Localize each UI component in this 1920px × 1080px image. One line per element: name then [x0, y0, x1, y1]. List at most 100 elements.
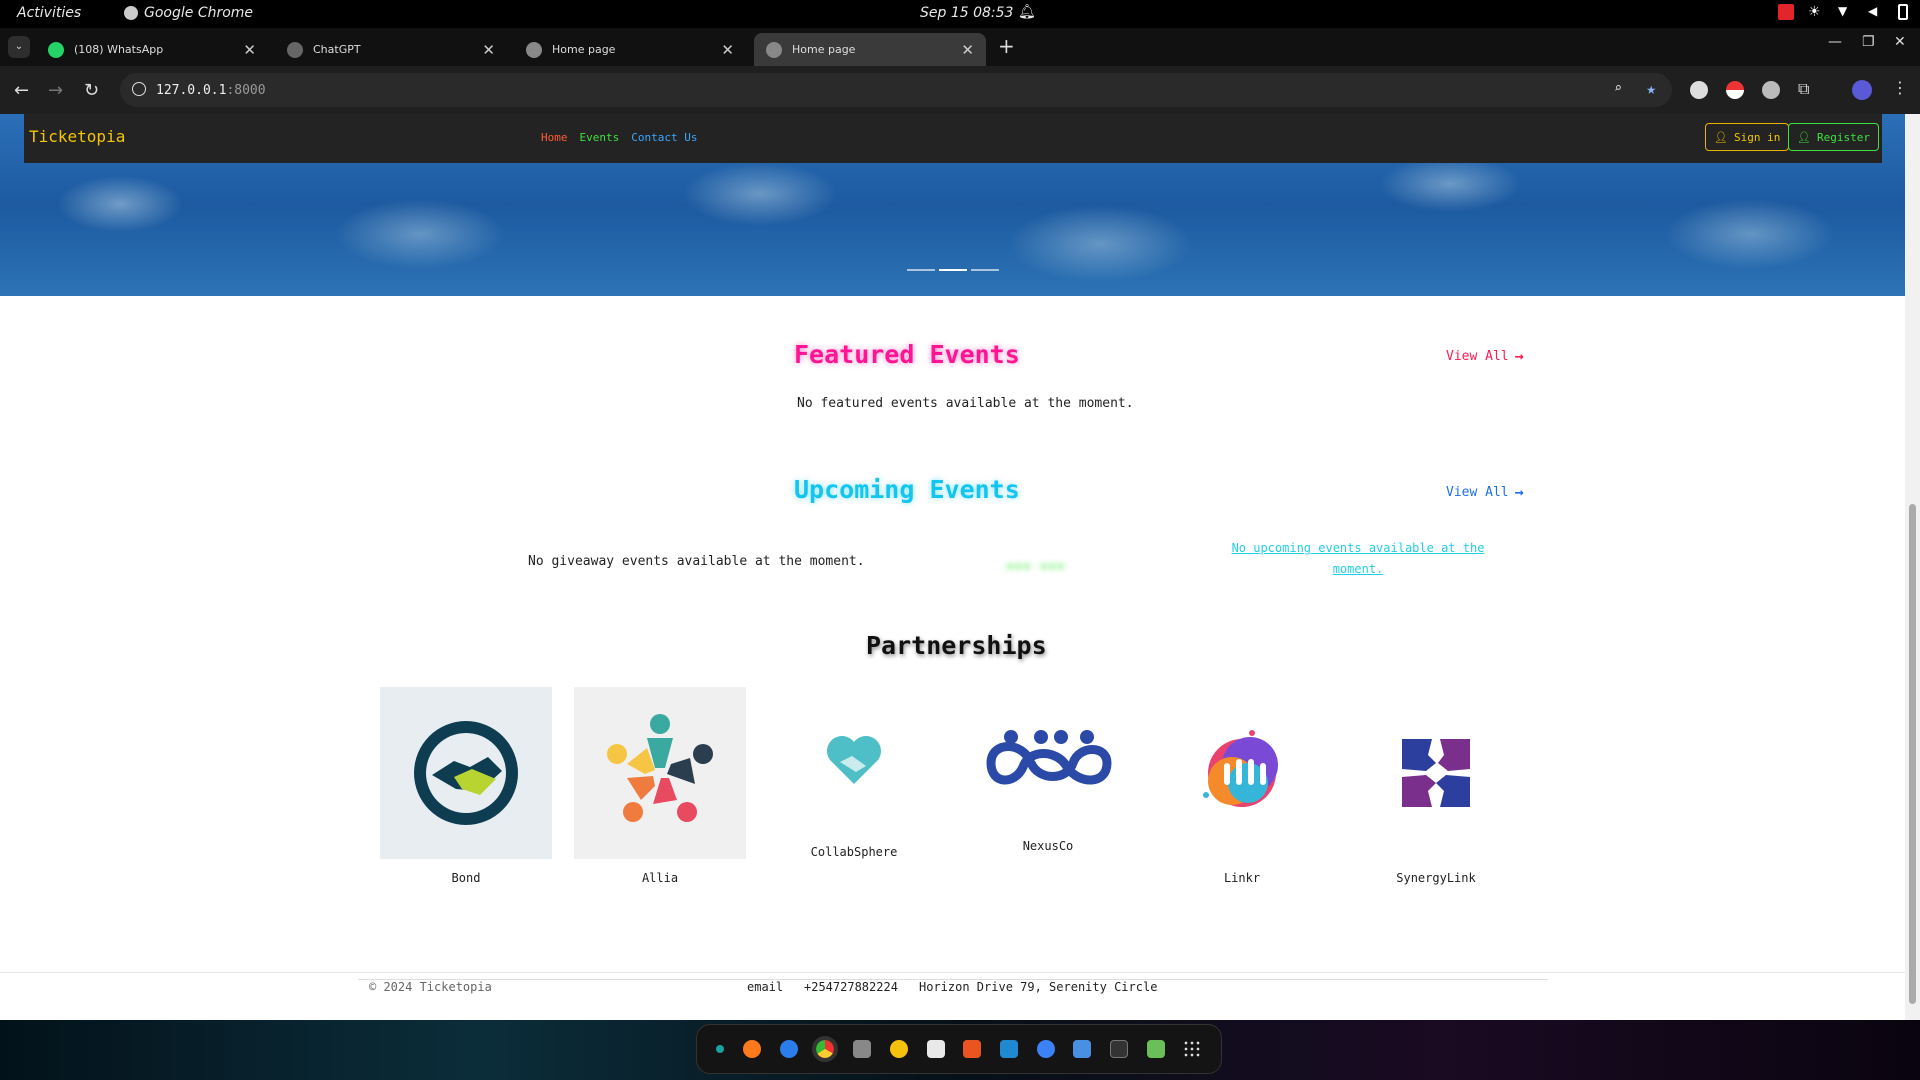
- close-icon[interactable]: ✕: [961, 41, 974, 59]
- partner-card-synergylink[interactable]: SynergyLink: [1350, 687, 1522, 885]
- anydesk-icon[interactable]: [1778, 4, 1794, 20]
- footer-address: Horizon Drive 79, Serenity Circle: [919, 980, 1158, 994]
- files-icon[interactable]: [853, 1040, 872, 1058]
- nav-events[interactable]: Events: [580, 131, 620, 144]
- globe-icon: [766, 41, 782, 58]
- bookmark-star-icon[interactable]: ★: [1646, 79, 1656, 98]
- view-all-label: View All: [1446, 348, 1509, 364]
- upcoming-empty-link[interactable]: No upcoming events available at the mome…: [1223, 538, 1493, 580]
- carousel-indicator[interactable]: [971, 269, 999, 271]
- partner-name: SynergyLink: [1396, 871, 1476, 885]
- extensions-puzzle-icon[interactable]: ⧉: [1798, 79, 1809, 99]
- terminal-icon[interactable]: [1110, 1040, 1129, 1058]
- view-all-label: View All: [1446, 484, 1509, 500]
- carousel-indicator[interactable]: [907, 269, 935, 271]
- tab-whatsapp[interactable]: (108) WhatsApp ✕: [36, 33, 268, 66]
- footer-email[interactable]: email: [747, 980, 783, 994]
- linked-people-icon: [986, 730, 1112, 785]
- clock[interactable]: Sep 15 08:53: [920, 5, 1013, 21]
- back-icon[interactable]: ←: [14, 80, 29, 101]
- sign-in-label: Sign in: [1733, 130, 1781, 144]
- show-apps-grid-icon[interactable]: [1183, 1040, 1202, 1058]
- tab-chatgpt[interactable]: ChatGPT ✕: [275, 33, 507, 66]
- sign-in-button[interactable]: 👤︎ Sign in: [1705, 123, 1790, 151]
- firefox-icon[interactable]: [743, 1040, 762, 1058]
- nav-contact[interactable]: Contact Us: [631, 131, 697, 144]
- partnerships-title: Partnerships: [866, 631, 1047, 660]
- profile-avatar[interactable]: [1852, 80, 1872, 100]
- partner-card-linkr[interactable]: Linkr: [1156, 687, 1328, 885]
- nexusco-logo: [962, 687, 1134, 827]
- system-tray[interactable]: ☀ ▼ ◀: [1778, 4, 1908, 20]
- trash-icon[interactable]: [1146, 1040, 1165, 1058]
- thunderbird-icon[interactable]: [779, 1040, 798, 1058]
- extensions-icon[interactable]: [1073, 1040, 1092, 1058]
- register-label: Register: [1816, 130, 1870, 144]
- user-icon: 👤︎: [1714, 130, 1728, 144]
- new-tab-button[interactable]: +: [998, 34, 1015, 58]
- help-icon[interactable]: [1036, 1040, 1055, 1058]
- close-icon[interactable]: ✕: [721, 41, 734, 59]
- blurred-decorative-text: ▪▪▪ ▪▪▪: [1006, 558, 1066, 574]
- rhythmbox-icon[interactable]: [889, 1040, 908, 1058]
- taskbar-dock: [696, 1024, 1222, 1074]
- chatgpt-icon: [287, 41, 303, 58]
- chrome-icon[interactable]: [812, 1036, 839, 1062]
- software-store-icon[interactable]: [963, 1040, 982, 1058]
- partner-name: Linkr: [1223, 871, 1261, 885]
- carousel-indicators: [907, 269, 999, 271]
- partner-card-allia[interactable]: Allia: [574, 687, 746, 885]
- wifi-icon: ▼: [1838, 4, 1848, 18]
- site-navbar: Ticketopia Home Events Contact Us 👤︎ Sig…: [24, 114, 1882, 163]
- app-menu[interactable]: Google Chrome: [124, 5, 253, 21]
- partner-card-nexusco[interactable]: NexusCo: [962, 687, 1134, 853]
- close-icon[interactable]: ✕: [482, 41, 495, 59]
- close-icon[interactable]: ✕: [243, 41, 256, 59]
- page-scrollbar[interactable]: [1905, 114, 1920, 1020]
- carousel-indicator-active[interactable]: [939, 269, 967, 271]
- notification-bell-icon: 🔔︎: [1018, 4, 1036, 20]
- extension-pokeball-icon[interactable]: [1726, 81, 1744, 99]
- footer-phone: +254727882224: [804, 980, 898, 994]
- close-window-button[interactable]: ✕: [1894, 34, 1906, 50]
- linkr-logo: [1156, 687, 1328, 859]
- extension-circle-icon[interactable]: [1762, 81, 1780, 99]
- forward-icon[interactable]: →: [48, 80, 63, 101]
- calendar-icon[interactable]: [926, 1040, 945, 1058]
- partner-name: NexusCo: [1022, 839, 1074, 853]
- puzzle-hands-icon: [1402, 739, 1470, 807]
- extension-s-icon[interactable]: [1690, 81, 1708, 99]
- nav-links: Home Events Contact Us: [541, 131, 697, 144]
- arrow-right-icon: →: [1514, 483, 1524, 501]
- tab-label: Home page: [792, 43, 856, 56]
- brightness-icon: ☀: [1808, 4, 1821, 20]
- tab-home-page-1[interactable]: Home page ✕: [514, 33, 746, 66]
- volume-icon: ◀: [1868, 4, 1878, 18]
- tab-search-button[interactable]: ⌄: [8, 36, 30, 58]
- partner-card-collabsphere[interactable]: CollabSphere: [768, 687, 940, 859]
- battery-icon: [1898, 4, 1908, 20]
- collabsphere-logo: [768, 687, 940, 833]
- featured-view-all-link[interactable]: View All →: [1446, 347, 1524, 365]
- vscode-icon[interactable]: [999, 1040, 1018, 1058]
- giveaway-empty-message: No giveaway events available at the mome…: [528, 554, 865, 569]
- scrollbar-thumb[interactable]: [1909, 504, 1916, 1004]
- address-bar[interactable]: 127.0.0.1:8000 ⌕ ★: [120, 73, 1672, 107]
- menu-kebab-icon[interactable]: ⋮: [1892, 78, 1908, 97]
- upcoming-view-all-link[interactable]: View All →: [1446, 483, 1524, 501]
- minimize-button[interactable]: —: [1828, 34, 1842, 50]
- site-info-icon[interactable]: [132, 82, 146, 96]
- allia-logo: [574, 687, 746, 859]
- nav-home[interactable]: Home: [541, 131, 568, 144]
- featured-events-title: Featured Events: [794, 340, 1020, 369]
- brand-logo[interactable]: Ticketopia: [29, 127, 125, 146]
- zoom-icon[interactable]: ⌕: [1614, 81, 1622, 96]
- partner-card-bond[interactable]: Bond: [380, 687, 552, 885]
- workspace-icon[interactable]: [716, 1045, 725, 1053]
- tab-label: (108) WhatsApp: [74, 43, 164, 56]
- maximize-button[interactable]: ❐: [1862, 34, 1875, 50]
- tab-home-page-active[interactable]: Home page ✕: [754, 33, 986, 66]
- reload-icon[interactable]: ↻: [84, 80, 99, 101]
- register-button[interactable]: 👤︎ Register: [1788, 123, 1879, 151]
- activities-button[interactable]: Activities: [17, 5, 81, 21]
